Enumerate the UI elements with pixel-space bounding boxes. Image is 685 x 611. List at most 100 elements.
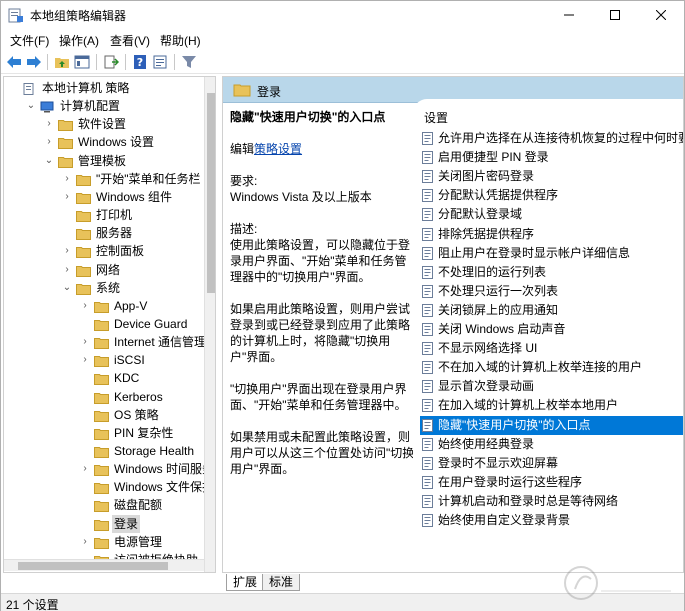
- tree-item[interactable]: 打印机: [4, 206, 202, 224]
- setting-row[interactable]: 在用户登录时运行这些程序: [420, 473, 683, 492]
- expand-arrow-icon[interactable]: ›: [62, 242, 72, 260]
- setting-row[interactable]: 始终使用经典登录: [420, 435, 683, 454]
- expand-arrow-icon[interactable]: ›: [62, 170, 72, 188]
- expand-arrow-icon[interactable]: ›: [80, 533, 90, 551]
- tree-item[interactable]: › Windows 设置: [4, 133, 202, 151]
- expand-arrow-icon[interactable]: ›: [44, 133, 54, 151]
- tree-item[interactable]: › App-V: [4, 297, 202, 315]
- policy-setting-icon: [422, 151, 433, 165]
- setting-row[interactable]: 排除凭据提供程序: [420, 225, 683, 244]
- setting-label: 在用户登录时运行这些程序: [438, 474, 583, 489]
- tree-item[interactable]: PIN 复杂性: [4, 424, 202, 442]
- show-hide-tree-button[interactable]: [73, 53, 91, 71]
- setting-row[interactable]: 关闭图片密码登录: [420, 167, 683, 186]
- setting-row[interactable]: 阻止用户在登录时显示帐户详细信息: [420, 244, 683, 263]
- filter-button[interactable]: [180, 53, 198, 71]
- tree-item[interactable]: › Windows 组件: [4, 188, 202, 206]
- forward-button[interactable]: [25, 53, 43, 71]
- menu-view[interactable]: 查看(V): [110, 32, 150, 49]
- setting-row[interactable]: 不处理旧的运行列表: [420, 263, 683, 282]
- tree-item[interactable]: Device Guard: [4, 315, 202, 333]
- tree-item[interactable]: Kerberos: [4, 388, 202, 406]
- window-title: 本地组策略编辑器: [30, 9, 127, 23]
- tree-item[interactable]: 服务器: [4, 224, 202, 242]
- tree-item[interactable]: ⌄ 计算机配置: [4, 97, 202, 115]
- expand-arrow-icon[interactable]: ›: [62, 188, 72, 206]
- setting-row[interactable]: 在加入域的计算机上枚举本地用户: [420, 396, 683, 415]
- setting-row[interactable]: 关闭锁屏上的应用通知: [420, 301, 683, 320]
- export-list-button[interactable]: [102, 53, 120, 71]
- setting-row[interactable]: 不在加入域的计算机上枚举连接的用户: [420, 358, 683, 377]
- tree-item[interactable]: › iSCSI: [4, 351, 202, 369]
- tree-item[interactable]: KDC: [4, 369, 202, 387]
- tree-item[interactable]: › 控制面板: [4, 242, 202, 260]
- maximize-button[interactable]: [592, 1, 638, 29]
- setting-row[interactable]: 始终使用自定义登录背景: [420, 511, 683, 530]
- tree-item[interactable]: › 网络: [4, 261, 202, 279]
- setting-row[interactable]: 不处理只运行一次列表: [420, 282, 683, 301]
- setting-row[interactable]: 隐藏"快速用户切换"的入口点: [420, 415, 683, 435]
- minimize-button[interactable]: [546, 1, 592, 29]
- setting-row[interactable]: 启用便捷型 PIN 登录: [420, 148, 683, 167]
- policy-setting-icon: [422, 514, 433, 527]
- tree-item[interactable]: › "开始"菜单和任务栏: [4, 170, 202, 188]
- expand-arrow-icon[interactable]: ›: [80, 351, 90, 369]
- setting-row[interactable]: 计算机启动和登录时总是等待网络: [420, 492, 683, 511]
- tree-item-label: iSCSI: [114, 353, 145, 368]
- up-folder-button[interactable]: [53, 53, 71, 71]
- setting-row[interactable]: 显示首次登录动画: [420, 377, 683, 396]
- tree-item[interactable]: 磁盘配额: [4, 496, 202, 514]
- tree-item[interactable]: ⌄ 系统: [4, 279, 202, 297]
- settings-column-header[interactable]: 设置: [424, 109, 448, 126]
- tree-item-label: Windows 设置: [78, 135, 155, 150]
- tree-item[interactable]: OS 策略: [4, 406, 202, 424]
- tree-item[interactable]: › Windows 时间服务: [4, 460, 214, 478]
- folder-icon: [94, 427, 109, 440]
- tree-item[interactable]: › Internet 通信管理: [4, 333, 206, 351]
- setting-row[interactable]: 允许用户选择在从连接待机恢复的过程中何时要求提: [420, 129, 683, 148]
- tree-item[interactable]: Storage Health: [4, 442, 202, 460]
- tree-item[interactable]: 登录: [4, 514, 202, 533]
- tree-vertical-scrollbar[interactable]: [204, 77, 215, 572]
- edit-policy-link[interactable]: 策略设置: [254, 142, 302, 156]
- details-header-title: 登录: [257, 85, 282, 99]
- folder-icon: [94, 499, 109, 513]
- close-button[interactable]: [638, 1, 684, 29]
- setting-row[interactable]: 分配默认登录域: [420, 205, 683, 224]
- title-bar: 本地组策略编辑器: [1, 1, 684, 29]
- setting-row[interactable]: 登录时不显示欢迎屏幕: [420, 454, 683, 473]
- folder-icon: [94, 481, 109, 495]
- tree-item-label: PIN 复杂性: [114, 425, 174, 440]
- policy-setting-icon: [422, 246, 433, 260]
- tree-horizontal-scrollbar[interactable]: [4, 559, 204, 571]
- expand-arrow-icon[interactable]: ›: [44, 115, 54, 133]
- setting-row[interactable]: 分配默认凭据提供程序: [420, 186, 683, 205]
- tab-extended[interactable]: 扩展: [226, 574, 265, 591]
- tree-item[interactable]: › 软件设置: [4, 115, 202, 133]
- setting-label: 启用便捷型 PIN 登录: [438, 150, 549, 165]
- tree-item-label: Windows 文件保护: [114, 480, 215, 495]
- help-button[interactable]: ?: [131, 53, 149, 71]
- collapse-arrow-icon[interactable]: ⌄: [62, 279, 72, 297]
- menu-help[interactable]: 帮助(H): [160, 32, 201, 49]
- expand-arrow-icon[interactable]: ›: [80, 297, 90, 315]
- setting-label: 关闭锁屏上的应用通知: [438, 302, 559, 317]
- menu-file[interactable]: 文件(F): [10, 32, 49, 49]
- setting-row[interactable]: 关闭 Windows 启动声音: [420, 320, 683, 339]
- tree-item[interactable]: Windows 文件保护: [4, 478, 214, 496]
- collapse-arrow-icon[interactable]: ⌄: [44, 152, 54, 170]
- tree-item[interactable]: ⌄ 管理模板: [4, 152, 202, 170]
- expand-arrow-icon[interactable]: ›: [80, 333, 90, 351]
- menu-action[interactable]: 操作(A): [59, 32, 99, 49]
- scrollbar-thumb[interactable]: [18, 562, 168, 570]
- tree-item[interactable]: 本地计算机 策略: [4, 79, 202, 97]
- scrollbar-thumb[interactable]: [207, 93, 215, 293]
- expand-arrow-icon[interactable]: ›: [62, 261, 72, 279]
- tree-item[interactable]: › 电源管理: [4, 533, 202, 551]
- back-button[interactable]: [5, 53, 23, 71]
- tab-standard[interactable]: 标准: [262, 574, 301, 591]
- setting-row[interactable]: 不显示网络选择 UI: [420, 339, 683, 358]
- expand-arrow-icon[interactable]: ›: [80, 460, 90, 478]
- collapse-arrow-icon[interactable]: ⌄: [26, 97, 36, 115]
- properties-button[interactable]: [151, 53, 169, 71]
